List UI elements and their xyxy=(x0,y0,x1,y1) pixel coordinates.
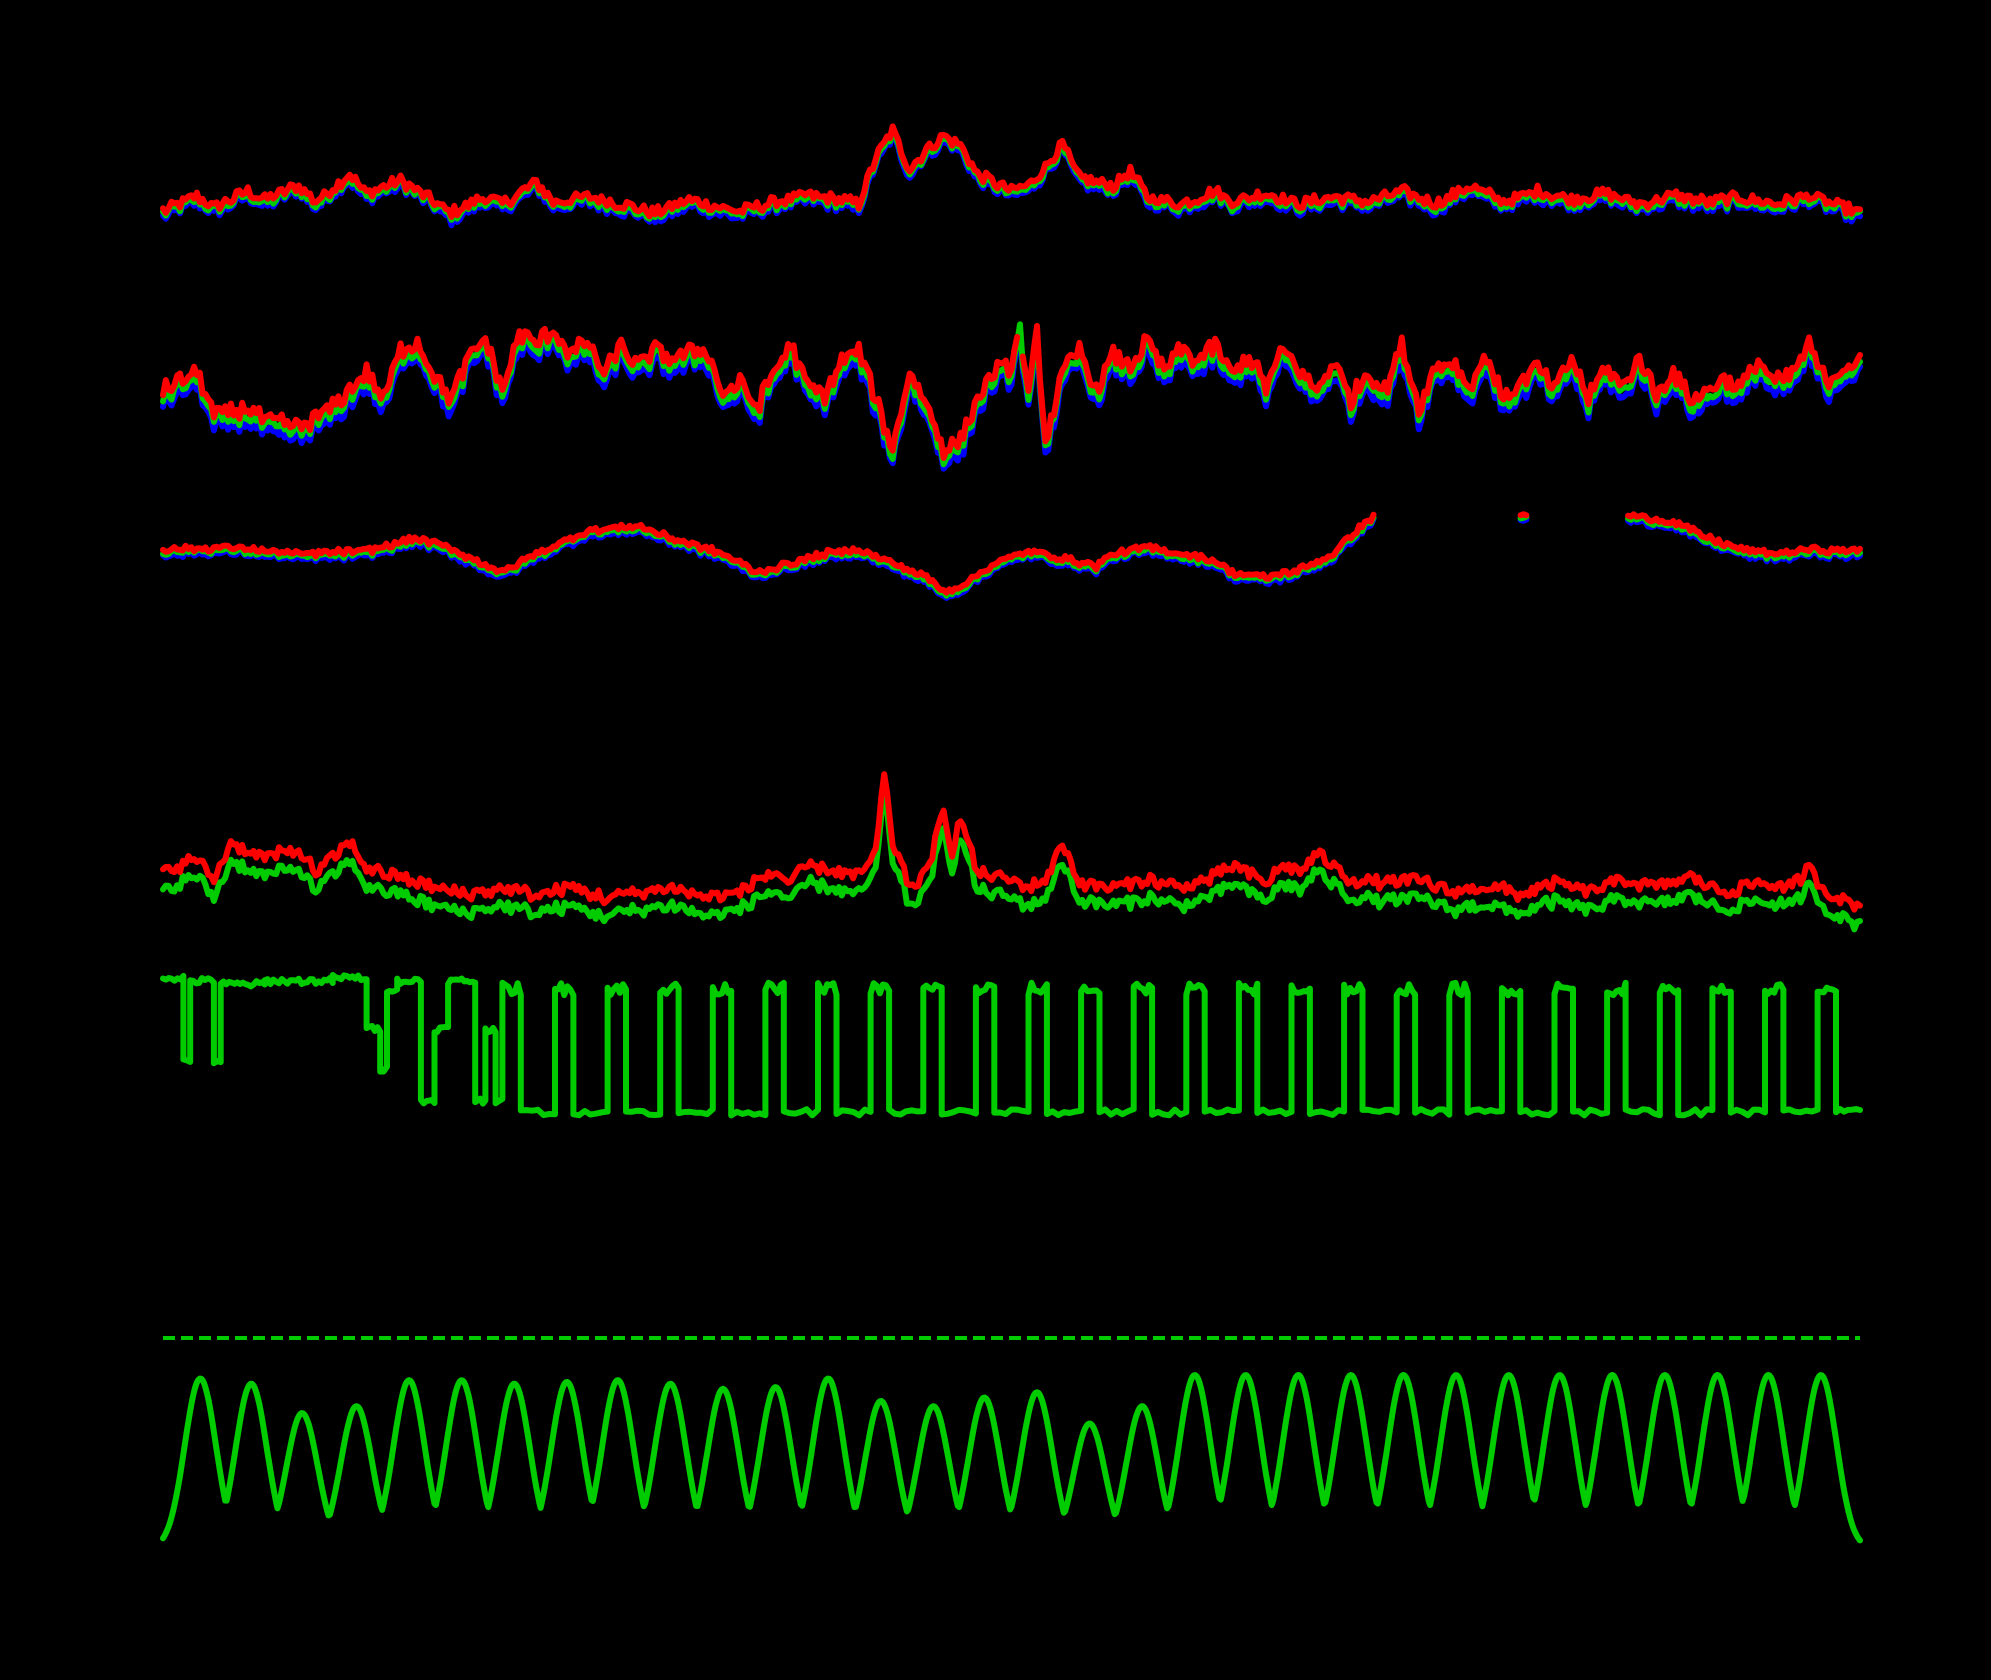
chart-canvas xyxy=(0,0,1991,1680)
panel-3-series-2-line xyxy=(1517,511,1530,519)
